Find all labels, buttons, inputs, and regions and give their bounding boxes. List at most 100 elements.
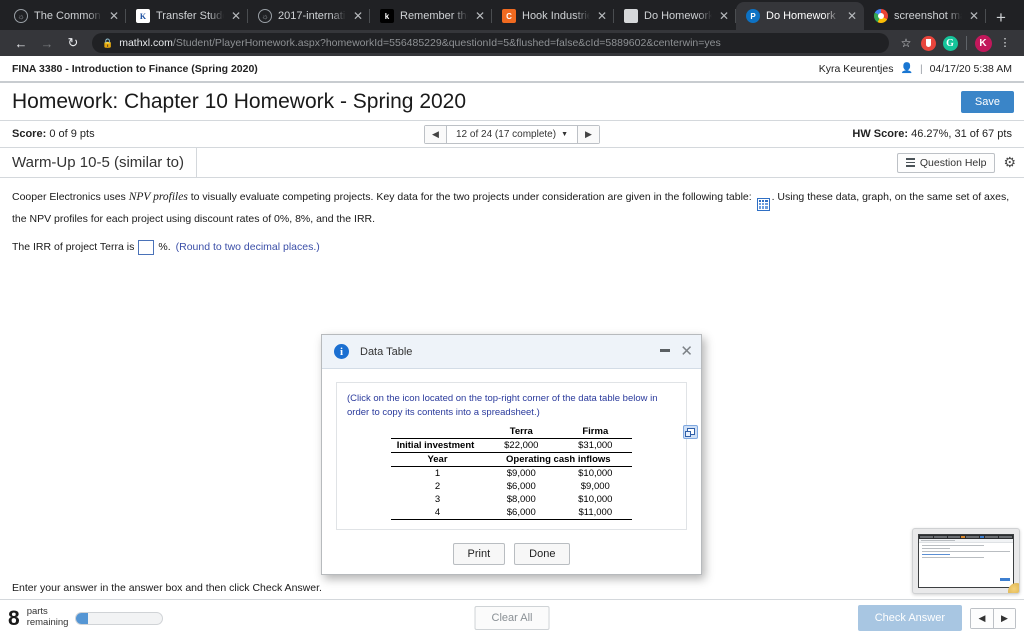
data-table: Terra Firma Initial investment $22,000 $… (390, 424, 633, 520)
close-icon[interactable]: ✕ (718, 10, 730, 22)
pager-prev-button[interactable]: ◀ (971, 608, 993, 628)
irr-answer-input[interactable] (138, 239, 155, 255)
question-position-dropdown[interactable]: 12 of 24 (17 complete) ▼ (447, 129, 577, 140)
globe-icon: ☼ (258, 9, 272, 23)
browser-tab-8[interactable]: screenshot mac - ✕ (864, 2, 986, 30)
address-bar[interactable]: 🔒 mathxl.com/Student/PlayerHomework.aspx… (92, 33, 889, 53)
next-question-button[interactable]: ▶ (577, 125, 599, 143)
print-button[interactable]: Print (452, 542, 506, 565)
minimize-icon[interactable] (660, 349, 671, 352)
cell-year: 4 (390, 505, 485, 520)
grammarly-extension-icon[interactable]: G (939, 33, 961, 53)
back-icon[interactable]: ← (8, 32, 34, 54)
close-icon[interactable]: ✕ (352, 10, 364, 22)
question-help-button[interactable]: Question Help (896, 152, 996, 173)
table-row: 3 $8,000 $10,000 (391, 493, 633, 506)
cell-year: 2 (434, 480, 441, 492)
header-year: Year (390, 451, 485, 467)
reload-icon[interactable]: ↻ (60, 32, 86, 54)
action-bar: 8 parts remaining Clear All Check Answer… (0, 600, 1024, 636)
close-icon[interactable]: ✕ (680, 344, 693, 359)
thumbnail-line (922, 550, 1010, 553)
check-answer-button[interactable]: Check Answer (857, 605, 962, 631)
tab-title: Remember the Ala (400, 10, 468, 22)
data-table-wrapper: Terra Firma Initial investment $22,000 $… (347, 424, 698, 520)
browser-tab-1[interactable]: ☼ The Common Appl ✕ (4, 2, 126, 30)
hw-score-display: HW Score: 46.27%, 31 of 67 pts (852, 128, 1012, 140)
chrome-menu-icon[interactable]: ⋮ (994, 33, 1016, 53)
course-header: FINA 3380 - Introduction to Finance (Spr… (0, 56, 1024, 83)
blue-k-icon: K (136, 9, 150, 23)
globe-icon: ☼ (14, 9, 28, 23)
list-icon (905, 158, 915, 167)
browser-tab-4[interactable]: k Remember the Ala ✕ (370, 2, 492, 30)
browser-chrome: ☼ The Common Appl ✕ K Transfer Student C… (0, 0, 1024, 56)
user-info: Kyra Keurentjes 👤 | 04/17/20 5:38 AM (819, 63, 1012, 75)
orange-c-icon: C (502, 9, 516, 23)
close-icon[interactable]: ✕ (846, 10, 858, 22)
grey-doc-icon (624, 9, 638, 23)
copy-to-spreadsheet-icon[interactable] (683, 424, 698, 439)
browser-tab-2[interactable]: K Transfer Student C ✕ (126, 2, 248, 30)
done-button[interactable]: Done (514, 542, 571, 565)
browser-tab-5[interactable]: C Hook Industries Is ✕ (492, 2, 614, 30)
rounding-note: (Round to two decimal places.) (175, 241, 320, 254)
thumbnail-line (922, 556, 984, 559)
tab-title: The Common Appl (34, 10, 102, 22)
extension-red-icon[interactable] (917, 33, 939, 53)
black-k-icon: k (380, 9, 394, 23)
close-icon[interactable]: ✕ (108, 10, 120, 22)
profile-avatar[interactable]: K (972, 33, 994, 53)
question-body: Cooper Electronics uses NPV profiles to … (0, 178, 1024, 255)
parts-label-line2: remaining (26, 617, 69, 628)
question-help-label: Question Help (919, 156, 987, 169)
header-blank (390, 424, 485, 439)
data-table-dialog: i Data Table ✕ (Click on the icon locate… (321, 334, 702, 575)
url-text: mathxl.com/Student/PlayerHomework.aspx?h… (119, 37, 721, 49)
close-icon[interactable]: ✕ (968, 10, 980, 22)
chrome-icon (874, 9, 888, 23)
data-table-icon[interactable] (756, 197, 770, 211)
close-icon[interactable]: ✕ (596, 10, 608, 22)
score-bar: Score: 0 of 9 pts ◀ 12 of 24 (17 complet… (0, 121, 1024, 148)
url-domain: mathxl.com (119, 37, 173, 49)
bookmark-star-icon[interactable]: ☆ (895, 33, 917, 53)
browser-tab-6[interactable]: Do Homework ✕ (614, 2, 736, 30)
save-button[interactable]: Save (960, 90, 1014, 113)
browser-tab-3[interactable]: ☼ 2017-international ✕ (248, 2, 370, 30)
table-row-initial-investment: Initial investment $22,000 $31,000 (391, 438, 633, 452)
question-text-part1: Cooper Electronics uses (12, 191, 129, 203)
table-header-row: Terra Firma (390, 424, 633, 439)
question-navigator[interactable]: ◀ 12 of 24 (17 complete) ▼ ▶ (424, 124, 600, 144)
page-title: Homework: Chapter 10 Homework - Spring 2… (12, 89, 467, 113)
prev-question-button[interactable]: ◀ (425, 125, 447, 143)
dialog-title-bar[interactable]: i Data Table ✕ (322, 335, 701, 369)
cell-firma: $31,000 (578, 439, 613, 451)
header-operating-cash-inflows: Operating cash inflows (484, 451, 633, 467)
tab-title: Do Homework - K (766, 10, 840, 22)
close-icon[interactable]: ✕ (230, 10, 242, 22)
progress-bar (75, 611, 164, 625)
header-divider: | (919, 62, 923, 75)
new-tab-button[interactable]: + (986, 9, 1016, 26)
cell-terra: $8,000 (506, 493, 536, 505)
close-icon[interactable]: ✕ (474, 10, 486, 22)
person-icon[interactable]: 👤 (900, 63, 912, 74)
tab-title: screenshot mac - (894, 10, 962, 22)
browser-tab-7-active[interactable]: P Do Homework - K ✕ (736, 2, 864, 30)
clear-all-button[interactable]: Clear All (474, 606, 550, 630)
user-name: Kyra Keurentjes (818, 62, 894, 75)
pearson-p-icon: P (746, 9, 760, 23)
info-icon: i (334, 344, 349, 359)
cell-terra: $22,000 (504, 439, 539, 451)
part-pager[interactable]: ◀ ▶ (970, 607, 1016, 629)
gear-icon[interactable]: ⚙ (1003, 154, 1016, 171)
hw-score-label: HW Score: (852, 128, 909, 140)
thumbnail-line (922, 547, 950, 550)
cell-terra: $6,000 (506, 480, 536, 492)
forward-icon[interactable]: → (34, 32, 60, 54)
pager-next-button[interactable]: ▶ (993, 608, 1015, 628)
table-row: 4 $6,000 $11,000 (390, 505, 633, 520)
question-text: Cooper Electronics uses NPV profiles to … (12, 188, 1012, 228)
parts-label: parts remaining (26, 606, 69, 629)
